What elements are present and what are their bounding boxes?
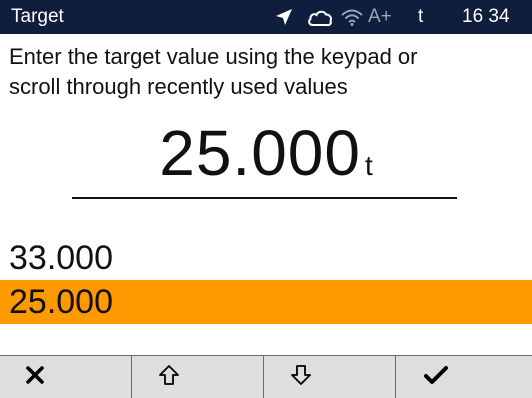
recent-value-item-selected[interactable]: 25.000 [0, 280, 532, 324]
instruction-line-2: scroll through recently used values [9, 74, 348, 99]
clock: 16 34 [462, 6, 510, 27]
checkmark-icon [424, 365, 448, 390]
arrow-down-icon [290, 364, 312, 391]
softkey-bar [0, 355, 532, 398]
arrow-up-icon [158, 364, 180, 391]
value-underline [72, 197, 457, 199]
close-icon [26, 365, 44, 389]
recent-value-item[interactable]: 33.000 [0, 236, 532, 280]
cloud-icon [307, 9, 333, 32]
cancel-button[interactable] [0, 356, 132, 398]
unit-indicator: t [418, 6, 424, 27]
scroll-up-button[interactable] [132, 356, 264, 398]
location-arrow-icon [275, 8, 293, 31]
status-bar: Target A+ t 16 34 [0, 0, 532, 34]
screen-title: Target [11, 6, 64, 27]
instruction-text: Enter the target value using the keypad … [9, 42, 529, 102]
target-value-display[interactable]: 25.000 t [0, 118, 532, 188]
accuracy-indicator: A+ [368, 6, 392, 27]
wifi-icon [340, 8, 364, 31]
target-value: 25.000 [159, 117, 361, 189]
confirm-button[interactable] [396, 356, 532, 398]
target-unit: t [364, 150, 373, 181]
scroll-down-button[interactable] [264, 356, 396, 398]
instruction-line-1: Enter the target value using the keypad … [9, 44, 418, 69]
